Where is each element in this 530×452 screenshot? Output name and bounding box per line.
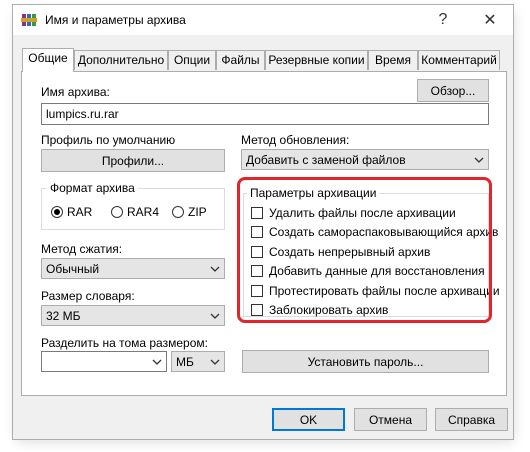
- compression-value: Обычный: [46, 261, 100, 276]
- checkbox-sfx[interactable]: Создать самораспаковывающийся архив: [251, 225, 498, 239]
- checkbox-box: [251, 226, 263, 238]
- update-method-select[interactable]: Добавить с заменой файлов: [241, 149, 489, 170]
- tab-advanced[interactable]: Дополнительно: [74, 50, 168, 70]
- checkbox-lock[interactable]: Заблокировать архив: [251, 303, 388, 317]
- help-title-button[interactable]: ?: [420, 5, 466, 35]
- checkbox-label: Создать самораспаковывающийся архив: [269, 225, 499, 239]
- checkbox-test[interactable]: Протестировать файлы после архивации: [251, 284, 500, 298]
- archive-name-input[interactable]: lumpics.ru.rar: [41, 103, 489, 125]
- close-button[interactable]: ✕: [467, 5, 513, 35]
- split-size-input[interactable]: [41, 351, 167, 372]
- checkbox-label: Добавить данные для восстановления: [269, 264, 485, 278]
- radio-circle: [51, 206, 63, 218]
- split-unit-value: МБ: [176, 354, 194, 369]
- checkbox-recovery[interactable]: Добавить данные для восстановления: [251, 264, 485, 278]
- tab-options[interactable]: Опции: [168, 50, 216, 70]
- checkbox-delete-files[interactable]: Удалить файлы после архивации: [251, 206, 456, 220]
- cancel-button[interactable]: Отмена: [354, 408, 427, 431]
- radio-rar-label: RAR: [67, 205, 93, 219]
- archive-name-label: Имя архива:: [41, 85, 110, 99]
- checkbox-box: [251, 207, 263, 219]
- radio-circle: [172, 206, 184, 218]
- tab-files[interactable]: Файлы: [216, 50, 265, 70]
- dictionary-label: Размер словаря:: [41, 289, 135, 303]
- radio-zip[interactable]: ZIP: [172, 205, 207, 219]
- chevron-down-icon: [474, 157, 484, 163]
- radio-circle: [111, 206, 123, 218]
- checkbox-box: [251, 285, 263, 297]
- split-label: Разделить на тома размером:: [41, 336, 208, 350]
- checkbox-box: [251, 304, 263, 316]
- profile-label: Профиль по умолчанию: [41, 133, 176, 147]
- dictionary-value: 32 МБ: [46, 308, 81, 323]
- close-icon: ✕: [483, 12, 497, 29]
- checkbox-box: [251, 265, 263, 277]
- tab-general[interactable]: Общие: [22, 48, 74, 72]
- update-method-value: Добавить с заменой файлов: [246, 152, 406, 167]
- chevron-down-icon: [152, 359, 162, 365]
- update-method-label: Метод обновления:: [241, 133, 350, 147]
- tab-comment[interactable]: Комментарий: [418, 50, 500, 70]
- dictionary-select[interactable]: 32 МБ: [41, 305, 225, 326]
- tab-backup[interactable]: Резервные копии: [265, 50, 368, 70]
- checkbox-label: Заблокировать архив: [269, 303, 389, 317]
- question-icon: ?: [438, 11, 448, 28]
- window-title: Имя и параметры архива: [45, 13, 186, 27]
- tab-time[interactable]: Время: [368, 50, 418, 70]
- options-group-title: Параметры архивации: [247, 186, 380, 200]
- dialog-window: Имя и параметры архива ? ✕ Общие Дополни…: [12, 4, 514, 440]
- help-button[interactable]: Справка: [435, 408, 508, 431]
- ok-button[interactable]: OK: [272, 408, 345, 431]
- format-group-title: Формат архива: [47, 181, 138, 195]
- checkbox-label: Протестировать файлы после архивации: [269, 284, 500, 298]
- set-password-button[interactable]: Установить пароль...: [242, 350, 489, 373]
- radio-rar4-label: RAR4: [127, 205, 160, 219]
- chevron-down-icon: [210, 266, 220, 272]
- checkbox-solid[interactable]: Создать непрерывный архив: [251, 245, 430, 259]
- compression-select[interactable]: Обычный: [41, 258, 225, 279]
- compression-label: Метод сжатия:: [41, 242, 123, 256]
- profiles-button[interactable]: Профили...: [41, 149, 225, 172]
- chevron-down-icon: [210, 313, 220, 319]
- title-bar: Имя и параметры архива ? ✕: [13, 5, 513, 35]
- radio-zip-label: ZIP: [188, 205, 207, 219]
- checkbox-box: [251, 246, 263, 258]
- radio-rar4[interactable]: RAR4: [111, 205, 159, 219]
- checkbox-label: Создать непрерывный архив: [269, 245, 431, 259]
- radio-dot: [54, 209, 60, 215]
- winrar-icon: [21, 14, 37, 26]
- chevron-down-icon: [210, 359, 220, 365]
- radio-rar[interactable]: RAR: [51, 205, 92, 219]
- split-unit-select[interactable]: МБ: [171, 351, 225, 372]
- browse-button[interactable]: Обзор...: [417, 79, 489, 102]
- checkbox-label: Удалить файлы после архивации: [269, 206, 456, 220]
